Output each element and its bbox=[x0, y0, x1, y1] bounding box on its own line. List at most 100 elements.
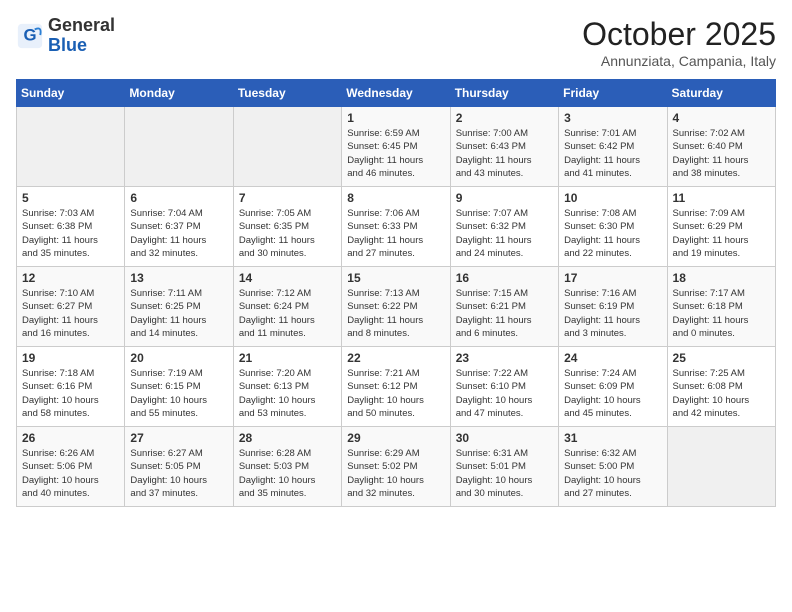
calendar-week-row: 5 Sunrise: 7:03 AM Sunset: 6:38 PM Daylig… bbox=[17, 187, 776, 267]
calendar-cell: 25 Sunrise: 7:25 AM Sunset: 6:08 PM Dayli… bbox=[667, 347, 775, 427]
day-number: 8 bbox=[347, 191, 444, 205]
day-info: Sunrise: 7:21 AM Sunset: 6:12 PM Dayligh… bbox=[347, 367, 444, 420]
title-block: October 2025 Annunziata, Campania, Italy bbox=[582, 16, 776, 69]
day-number: 6 bbox=[130, 191, 227, 205]
day-info: Sunrise: 7:25 AM Sunset: 6:08 PM Dayligh… bbox=[673, 367, 770, 420]
calendar-cell bbox=[125, 107, 233, 187]
calendar-cell: 18 Sunrise: 7:17 AM Sunset: 6:18 PM Dayli… bbox=[667, 267, 775, 347]
col-sunday: Sunday bbox=[17, 80, 125, 107]
day-number: 7 bbox=[239, 191, 336, 205]
calendar-cell: 30 Sunrise: 6:31 AM Sunset: 5:01 PM Dayli… bbox=[450, 427, 558, 507]
calendar-cell: 27 Sunrise: 6:27 AM Sunset: 5:05 PM Dayli… bbox=[125, 427, 233, 507]
day-number: 30 bbox=[456, 431, 553, 445]
calendar-cell: 8 Sunrise: 7:06 AM Sunset: 6:33 PM Daylig… bbox=[342, 187, 450, 267]
day-info: Sunrise: 7:04 AM Sunset: 6:37 PM Dayligh… bbox=[130, 207, 227, 260]
calendar-week-row: 26Sunrise: 6:26 AM Sunset: 5:06 PM Dayli… bbox=[17, 427, 776, 507]
logo-text: General Blue bbox=[48, 16, 115, 56]
day-number: 21 bbox=[239, 351, 336, 365]
calendar-cell: 24 Sunrise: 7:24 AM Sunset: 6:09 PM Dayli… bbox=[559, 347, 667, 427]
day-info: Sunrise: 7:08 AM Sunset: 6:30 PM Dayligh… bbox=[564, 207, 661, 260]
day-info: Sunrise: 7:01 AM Sunset: 6:42 PM Dayligh… bbox=[564, 127, 661, 180]
calendar-cell: 17 Sunrise: 7:16 AM Sunset: 6:19 PM Dayli… bbox=[559, 267, 667, 347]
day-number: 19 bbox=[22, 351, 119, 365]
day-number: 29 bbox=[347, 431, 444, 445]
day-number: 12 bbox=[22, 271, 119, 285]
calendar-cell: 15Sunrise: 7:13 AM Sunset: 6:22 PM Dayli… bbox=[342, 267, 450, 347]
calendar-cell: 21 Sunrise: 7:20 AM Sunset: 6:13 PM Dayli… bbox=[233, 347, 341, 427]
calendar-cell: 31 Sunrise: 6:32 AM Sunset: 5:00 PM Dayli… bbox=[559, 427, 667, 507]
calendar-cell: 10Sunrise: 7:08 AM Sunset: 6:30 PM Dayli… bbox=[559, 187, 667, 267]
day-number: 24 bbox=[564, 351, 661, 365]
day-number: 28 bbox=[239, 431, 336, 445]
calendar-cell: 29Sunrise: 6:29 AM Sunset: 5:02 PM Dayli… bbox=[342, 427, 450, 507]
day-info: Sunrise: 7:12 AM Sunset: 6:24 PM Dayligh… bbox=[239, 287, 336, 340]
day-info: Sunrise: 7:10 AM Sunset: 6:27 PM Dayligh… bbox=[22, 287, 119, 340]
calendar-cell bbox=[667, 427, 775, 507]
day-number: 5 bbox=[22, 191, 119, 205]
day-info: Sunrise: 7:24 AM Sunset: 6:09 PM Dayligh… bbox=[564, 367, 661, 420]
day-number: 2 bbox=[456, 111, 553, 125]
month-title: October 2025 bbox=[582, 16, 776, 53]
calendar-cell: 20Sunrise: 7:19 AM Sunset: 6:15 PM Dayli… bbox=[125, 347, 233, 427]
calendar-cell: 9 Sunrise: 7:07 AM Sunset: 6:32 PM Daylig… bbox=[450, 187, 558, 267]
day-info: Sunrise: 6:32 AM Sunset: 5:00 PM Dayligh… bbox=[564, 447, 661, 500]
calendar-cell bbox=[233, 107, 341, 187]
day-number: 26 bbox=[22, 431, 119, 445]
day-number: 16 bbox=[456, 271, 553, 285]
day-info: Sunrise: 7:11 AM Sunset: 6:25 PM Dayligh… bbox=[130, 287, 227, 340]
calendar-cell: 26Sunrise: 6:26 AM Sunset: 5:06 PM Dayli… bbox=[17, 427, 125, 507]
day-number: 9 bbox=[456, 191, 553, 205]
calendar-cell: 7Sunrise: 7:05 AM Sunset: 6:35 PM Daylig… bbox=[233, 187, 341, 267]
calendar-cell: 13 Sunrise: 7:11 AM Sunset: 6:25 PM Dayli… bbox=[125, 267, 233, 347]
day-info: Sunrise: 7:17 AM Sunset: 6:18 PM Dayligh… bbox=[673, 287, 770, 340]
day-info: Sunrise: 7:15 AM Sunset: 6:21 PM Dayligh… bbox=[456, 287, 553, 340]
day-number: 22 bbox=[347, 351, 444, 365]
calendar-cell: 3 Sunrise: 7:01 AM Sunset: 6:42 PM Daylig… bbox=[559, 107, 667, 187]
day-info: Sunrise: 7:02 AM Sunset: 6:40 PM Dayligh… bbox=[673, 127, 770, 180]
calendar-cell: 28Sunrise: 6:28 AM Sunset: 5:03 PM Dayli… bbox=[233, 427, 341, 507]
day-number: 1 bbox=[347, 111, 444, 125]
day-number: 25 bbox=[673, 351, 770, 365]
day-number: 4 bbox=[673, 111, 770, 125]
day-number: 31 bbox=[564, 431, 661, 445]
calendar-table: Sunday Monday Tuesday Wednesday Thursday… bbox=[16, 79, 776, 507]
day-number: 14 bbox=[239, 271, 336, 285]
day-number: 27 bbox=[130, 431, 227, 445]
col-wednesday: Wednesday bbox=[342, 80, 450, 107]
calendar-cell: 22 Sunrise: 7:21 AM Sunset: 6:12 PM Dayli… bbox=[342, 347, 450, 427]
calendar-week-row: 1 Sunrise: 6:59 AM Sunset: 6:45 PM Daylig… bbox=[17, 107, 776, 187]
day-number: 11 bbox=[673, 191, 770, 205]
day-number: 15 bbox=[347, 271, 444, 285]
day-number: 17 bbox=[564, 271, 661, 285]
day-info: Sunrise: 6:27 AM Sunset: 5:05 PM Dayligh… bbox=[130, 447, 227, 500]
day-info: Sunrise: 7:07 AM Sunset: 6:32 PM Dayligh… bbox=[456, 207, 553, 260]
day-number: 13 bbox=[130, 271, 227, 285]
day-info: Sunrise: 7:06 AM Sunset: 6:33 PM Dayligh… bbox=[347, 207, 444, 260]
day-info: Sunrise: 6:31 AM Sunset: 5:01 PM Dayligh… bbox=[456, 447, 553, 500]
calendar-cell: 4 Sunrise: 7:02 AM Sunset: 6:40 PM Daylig… bbox=[667, 107, 775, 187]
calendar-cell: 5 Sunrise: 7:03 AM Sunset: 6:38 PM Daylig… bbox=[17, 187, 125, 267]
calendar-week-row: 12 Sunrise: 7:10 AM Sunset: 6:27 PM Dayli… bbox=[17, 267, 776, 347]
page-header: G General Blue October 2025 Annunziata, … bbox=[16, 16, 776, 69]
logo: G General Blue bbox=[16, 16, 115, 56]
calendar-cell: 11 Sunrise: 7:09 AM Sunset: 6:29 PM Dayli… bbox=[667, 187, 775, 267]
location-subtitle: Annunziata, Campania, Italy bbox=[582, 53, 776, 69]
day-info: Sunrise: 7:16 AM Sunset: 6:19 PM Dayligh… bbox=[564, 287, 661, 340]
day-number: 20 bbox=[130, 351, 227, 365]
day-number: 18 bbox=[673, 271, 770, 285]
col-tuesday: Tuesday bbox=[233, 80, 341, 107]
day-info: Sunrise: 6:59 AM Sunset: 6:45 PM Dayligh… bbox=[347, 127, 444, 180]
calendar-header-row: Sunday Monday Tuesday Wednesday Thursday… bbox=[17, 80, 776, 107]
day-info: Sunrise: 7:18 AM Sunset: 6:16 PM Dayligh… bbox=[22, 367, 119, 420]
day-info: Sunrise: 7:03 AM Sunset: 6:38 PM Dayligh… bbox=[22, 207, 119, 260]
calendar-cell: 6 Sunrise: 7:04 AM Sunset: 6:37 PM Daylig… bbox=[125, 187, 233, 267]
calendar-cell: 2Sunrise: 7:00 AM Sunset: 6:43 PM Daylig… bbox=[450, 107, 558, 187]
day-info: Sunrise: 7:09 AM Sunset: 6:29 PM Dayligh… bbox=[673, 207, 770, 260]
col-thursday: Thursday bbox=[450, 80, 558, 107]
calendar-cell: 16 Sunrise: 7:15 AM Sunset: 6:21 PM Dayli… bbox=[450, 267, 558, 347]
calendar-cell: 14 Sunrise: 7:12 AM Sunset: 6:24 PM Dayli… bbox=[233, 267, 341, 347]
day-number: 3 bbox=[564, 111, 661, 125]
day-info: Sunrise: 7:20 AM Sunset: 6:13 PM Dayligh… bbox=[239, 367, 336, 420]
day-number: 23 bbox=[456, 351, 553, 365]
calendar-cell: 1 Sunrise: 6:59 AM Sunset: 6:45 PM Daylig… bbox=[342, 107, 450, 187]
